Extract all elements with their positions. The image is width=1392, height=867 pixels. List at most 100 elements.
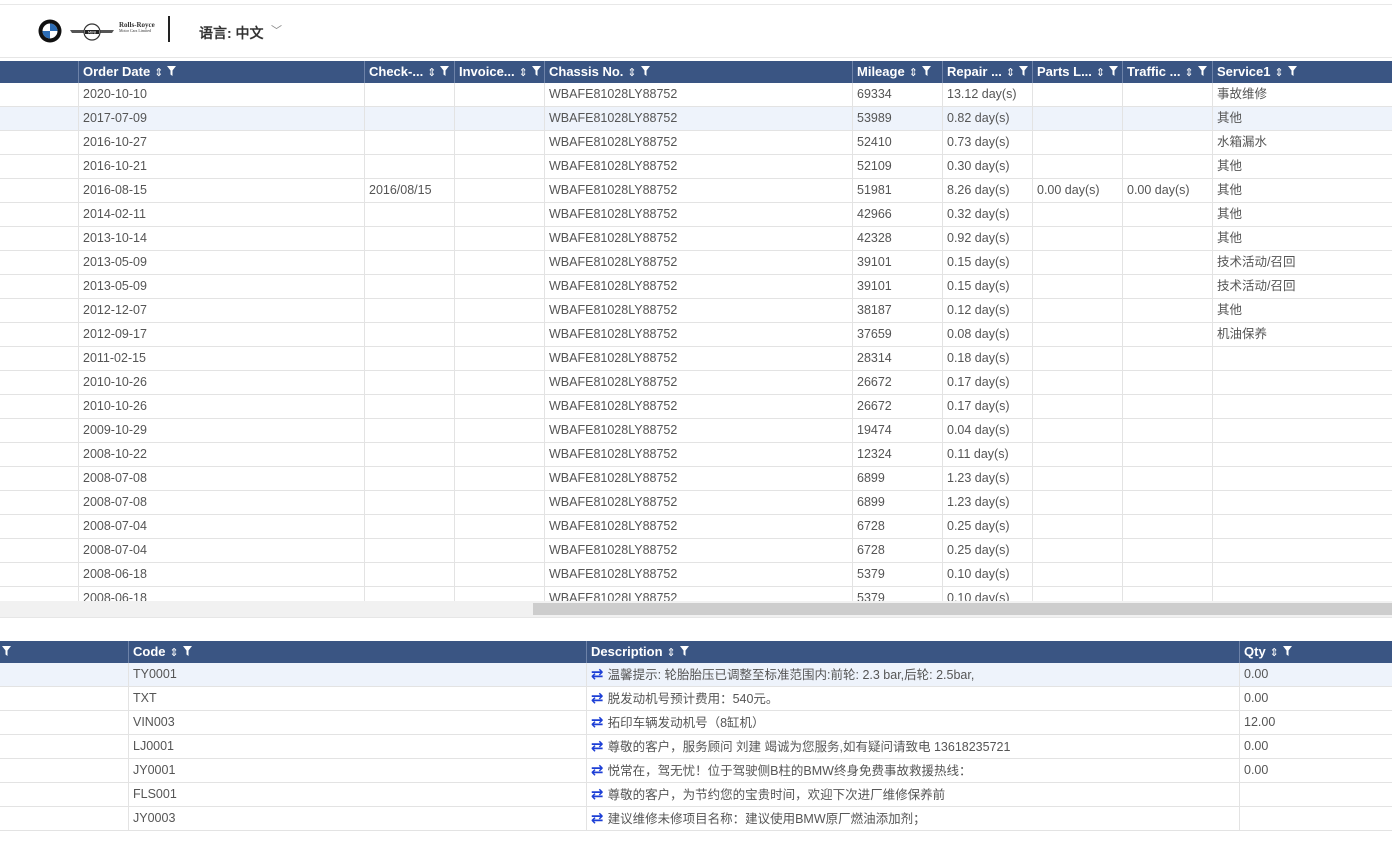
swap-icon[interactable]: ⇄ [591,738,604,755]
table-row[interactable]: JY0001 ⇄ 悦常在，驾无忧！位于驾驶侧B柱的BMW终身免费事故救援热线： 0.0… [0,759,1392,783]
table-cell: 2013-05-09 [78,275,365,298]
table-row[interactable]: 2008-06-18 WBAFE81028LY88752 5379 0.10 day(… [0,563,1392,587]
table-row[interactable]: 2014-02-11 WBAFE81028LY88752 42966 0.32 day… [0,203,1392,227]
sort-icon[interactable]: ⇕ [909,67,918,79]
table-row[interactable]: FLS001 ⇄ 尊敬的客户，为节约您的宝贵时间，欢迎下次进厂维修保养前 [0,783,1392,807]
table-cell: 37659 [852,323,942,346]
sort-icon[interactable]: ⇕ [1270,647,1279,659]
table-row[interactable]: 2008-06-18 WBAFE81028LY88752 5379 0.10 day(… [0,587,1392,601]
table-cell [454,347,544,370]
column-header-check[interactable]: Check-... ⇕ [364,61,454,83]
swap-icon[interactable]: ⇄ [591,810,604,827]
language-selector[interactable]: 语言: 中文 [199,23,264,43]
table-cell [1122,299,1212,322]
scrollbar-thumb[interactable] [533,603,1392,615]
filter-icon[interactable] [921,66,931,79]
table-row[interactable]: 2009-10-29 WBAFE81028LY88752 19474 0.04 day… [0,419,1392,443]
swap-icon[interactable]: ⇄ [591,786,604,803]
table-row[interactable]: LJ0001 ⇄ 尊敬的客户，服务顾问 刘建 竭诚为您服务,如有疑问请致电 1361… [0,735,1392,759]
sort-icon[interactable]: ⇕ [1096,67,1105,79]
table-row[interactable]: TXT ⇄ 脱发动机号预计费用：540元。 0.00 [0,687,1392,711]
cell-text: WBAFE81028LY88752 [549,591,678,601]
filter-icon[interactable] [1109,66,1119,79]
table-cell: FLS001 [128,783,586,806]
chevron-down-icon[interactable]: ﹀ [271,22,282,38]
table-row[interactable]: 2008-07-08 WBAFE81028LY88752 6899 1.23 day(… [0,467,1392,491]
table-cell: 2008-07-08 [78,491,365,514]
swap-icon[interactable]: ⇄ [591,762,604,779]
table-cell [454,179,544,202]
column-header-invoice[interactable]: Invoice... ⇕ [454,61,544,83]
swap-icon[interactable]: ⇄ [591,690,604,707]
table-cell: WBAFE81028LY88752 [544,299,852,322]
table-row[interactable]: 2008-10-22 WBAFE81028LY88752 12324 0.11 day… [0,443,1392,467]
sort-icon[interactable]: ⇕ [427,67,436,79]
column-header-blank[interactable]: ⇕ [0,641,128,663]
table-row[interactable]: JY0003 ⇄ 建议维修未修项目名称：建议使用BMW原厂燃油添加剂； [0,807,1392,831]
table-row[interactable]: 2013-10-14 WBAFE81028LY88752 42328 0.92 day… [0,227,1392,251]
sort-icon[interactable]: ⇕ [1006,67,1015,79]
column-header-mileage[interactable]: Mileage ⇕ [852,61,942,83]
table-row[interactable]: VIN003 ⇄ 拓印车辆发动机号（8缸机） 12.00 [0,711,1392,735]
column-header-description[interactable]: Description ⇕ [586,641,1239,663]
column-header-chassis-no[interactable]: Chassis No. ⇕ [544,61,852,83]
table-row[interactable]: 2012-09-17 WBAFE81028LY88752 37659 0.08 day… [0,323,1392,347]
sort-icon[interactable]: ⇕ [1275,67,1284,79]
filter-icon[interactable] [1282,646,1292,659]
sort-icon[interactable]: ⇕ [519,67,528,79]
table-row[interactable]: 2010-10-26 WBAFE81028LY88752 26672 0.17 day… [0,395,1392,419]
table-row[interactable]: 2017-07-09 WBAFE81028LY88752 53989 0.82 day… [0,107,1392,131]
column-header-parts-l[interactable]: Parts L... ⇕ [1032,61,1122,83]
sort-icon[interactable]: ⇕ [170,647,179,659]
job-items-grid: ⇕Code⇕Description⇕Qty⇕ TY0001⇄温馨提示: 轮胎胎压… [0,641,1392,833]
table-cell: JY0003 [128,807,586,830]
table-row[interactable]: 2010-10-26 WBAFE81028LY88752 26672 0.17 day… [0,371,1392,395]
table-row[interactable]: 2008-07-04 WBAFE81028LY88752 6728 0.25 day(… [0,539,1392,563]
swap-icon[interactable]: ⇄ [591,666,604,683]
table-cell: 53989 [852,107,942,130]
column-header-repair[interactable]: Repair ... ⇕ [942,61,1032,83]
sort-icon[interactable]: ⇕ [1184,67,1193,79]
sort-icon[interactable]: ⇕ [667,647,676,659]
table-row[interactable]: 2016-10-21 WBAFE81028LY88752 52109 0.30 day… [0,155,1392,179]
swap-icon[interactable]: ⇄ [591,714,604,731]
table-row[interactable]: 2013-05-09 WBAFE81028LY88752 39101 0.15 day… [0,251,1392,275]
filter-icon[interactable] [2,646,12,659]
sort-icon[interactable]: ⇕ [154,67,163,79]
column-header-service1[interactable]: Service1 ⇕ [1212,61,1392,83]
filter-icon[interactable] [182,646,192,659]
table-cell: 2010-10-26 [78,371,365,394]
table-cell: 事故维修 [1212,83,1392,106]
table-row[interactable]: 2011-02-15 WBAFE81028LY88752 28314 0.18 day… [0,347,1392,371]
table-row[interactable]: 2008-07-04 WBAFE81028LY88752 6728 0.25 day(… [0,515,1392,539]
table-row[interactable]: 2013-05-09 WBAFE81028LY88752 39101 0.15 day… [0,275,1392,299]
table-row[interactable]: 2012-12-07 WBAFE81028LY88752 38187 0.12 day… [0,299,1392,323]
table-row[interactable]: 2020-10-10 WBAFE81028LY88752 69334 13.12 da… [0,83,1392,107]
filter-icon[interactable] [1019,66,1029,79]
table-cell [364,371,454,394]
filter-icon[interactable] [640,66,650,79]
cell-text: JY0001 [133,763,176,777]
filter-icon[interactable] [679,646,689,659]
filter-icon[interactable] [531,66,541,79]
table-row[interactable]: 2008-07-08 WBAFE81028LY88752 6899 1.23 day(… [0,491,1392,515]
horizontal-scrollbar[interactable] [0,601,1392,617]
column-header-order-date[interactable]: Order Date ⇕ [78,61,365,83]
table-cell: 26672 [852,395,942,418]
column-header-code[interactable]: Code ⇕ [128,641,586,663]
filter-icon[interactable] [1197,66,1207,79]
filter-icon[interactable] [1287,66,1297,79]
table-cell: 0.00 [1239,663,1392,686]
column-header-traffic[interactable]: Traffic ... ⇕ [1122,61,1212,83]
cell-text: 2008-07-04 [83,543,147,557]
cell-text: TY0001 [133,667,177,681]
filter-icon[interactable] [440,66,450,79]
sort-icon[interactable]: ⇕ [627,67,636,79]
table-cell [364,227,454,250]
column-header-qty[interactable]: Qty ⇕ [1239,641,1392,663]
filter-icon[interactable] [167,66,177,79]
table-row[interactable]: 2016-08-15 2016/08/15 WBAFE81028LY88752 519… [0,179,1392,203]
table-cell: VIN003 [128,711,586,734]
table-row[interactable]: 2016-10-27 WBAFE81028LY88752 52410 0.73 day… [0,131,1392,155]
table-row[interactable]: TY0001 ⇄ 温馨提示: 轮胎胎压已调整至标准范围内:前轮: 2.3 bar,后… [0,663,1392,687]
